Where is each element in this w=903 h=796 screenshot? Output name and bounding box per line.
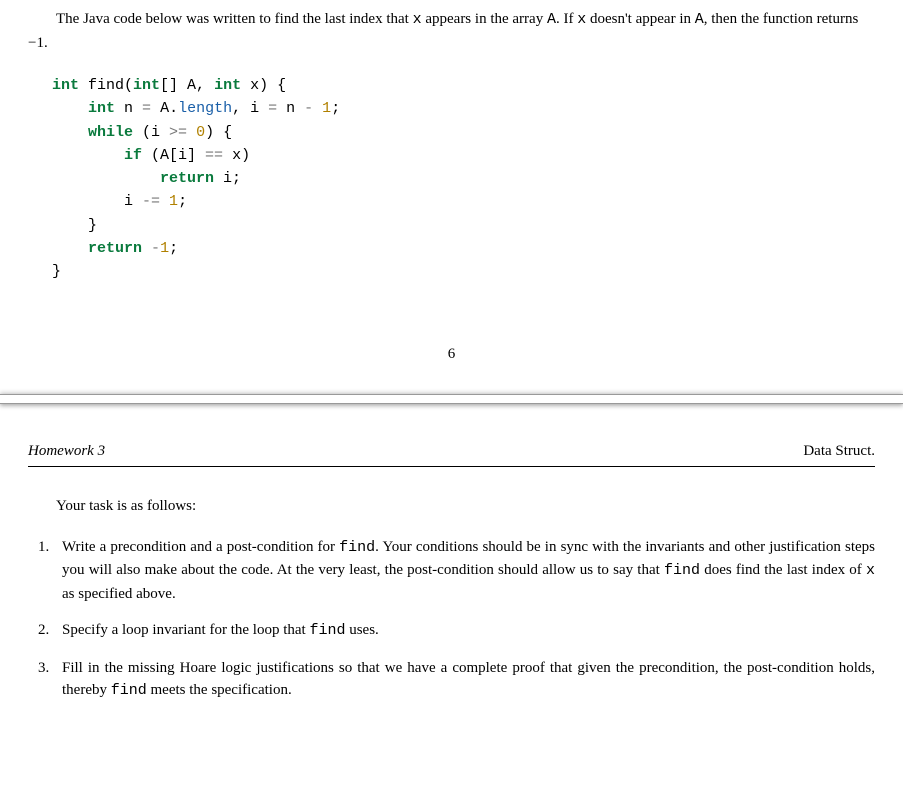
- page-header: Homework 3 Data Struct.: [28, 440, 875, 468]
- code-sp4: [142, 240, 151, 257]
- kw-return-2: return: [88, 240, 142, 257]
- code-semi3: ;: [169, 240, 178, 257]
- op-eq-1: =: [142, 100, 151, 117]
- op-eqeq: ==: [205, 147, 223, 164]
- kw-int-1: int: [52, 77, 79, 94]
- code-l2c: A.: [151, 100, 178, 117]
- code-sp2: [187, 124, 196, 141]
- code-sp1: [313, 100, 322, 117]
- code-param-x: x) {: [241, 77, 286, 94]
- task-item-2: Specify a loop invariant for the loop th…: [38, 619, 875, 643]
- code-l2b: n: [115, 100, 142, 117]
- code-sp3: [160, 193, 169, 210]
- code-l7: }: [52, 217, 97, 234]
- intro-neg1: −1: [28, 35, 44, 51]
- op-minus-1: -: [304, 100, 313, 117]
- intro-text-1: The Java code below was written to find …: [56, 11, 413, 27]
- code-semi1: ;: [331, 100, 340, 117]
- intro-A-2: A: [695, 11, 704, 28]
- t2-find: find: [309, 622, 345, 639]
- num-1: 1: [322, 100, 331, 117]
- code-l5a: [52, 170, 160, 187]
- code-param-arr: [] A,: [160, 77, 214, 94]
- t2-p2: uses.: [345, 622, 378, 638]
- t1-x: x: [866, 562, 875, 579]
- t1-find-1: find: [339, 539, 375, 556]
- intro-paragraph: The Java code below was written to find …: [28, 0, 875, 54]
- code-l5b: i;: [214, 170, 241, 187]
- op-me: -=: [142, 193, 160, 210]
- intro-text-4: doesn't appear in: [586, 11, 695, 27]
- t1-p4: as specified above.: [62, 586, 176, 602]
- op-ge: >=: [169, 124, 187, 141]
- num-1b: 1: [169, 193, 178, 210]
- code-l2a: [52, 100, 88, 117]
- code-l3a: [52, 124, 88, 141]
- num-1c: 1: [160, 240, 169, 257]
- code-l4b: (A[i]: [142, 147, 205, 164]
- code-l3c: ) {: [205, 124, 232, 141]
- kw-int-3: int: [214, 77, 241, 94]
- num-0: 0: [196, 124, 205, 141]
- op-eq-2: =: [268, 100, 277, 117]
- code-fn-name: find(: [79, 77, 133, 94]
- t1-p3: does find the last index of: [700, 562, 866, 578]
- kw-int-4: int: [88, 100, 115, 117]
- intro-text-5: , then the function returns: [704, 11, 859, 27]
- kw-if: if: [124, 147, 142, 164]
- task-list: Write a precondition and a post-conditio…: [28, 536, 875, 703]
- task-item-3: Fill in the missing Hoare logic justific…: [38, 657, 875, 703]
- t1-p1: Write a precondition and a post-conditio…: [62, 539, 339, 555]
- code-l8a: [52, 240, 88, 257]
- t3-find: find: [111, 682, 147, 699]
- code-l9: }: [52, 263, 61, 280]
- code-l3b: (i: [133, 124, 169, 141]
- t2-p1: Specify a loop invariant for the loop th…: [62, 622, 309, 638]
- code-l4c: x): [223, 147, 250, 164]
- task-intro: Your task is as follows:: [28, 495, 875, 518]
- kw-return-1: return: [160, 170, 214, 187]
- page-break: [0, 394, 903, 404]
- intro-x-1: x: [413, 11, 422, 28]
- header-left: Homework 3: [28, 440, 105, 463]
- op-neg: -: [151, 240, 160, 257]
- intro-text-6: .: [44, 35, 48, 51]
- code-l2e: n: [277, 100, 304, 117]
- task-item-1: Write a precondition and a post-conditio…: [38, 536, 875, 606]
- code-block: int find(int[] A, int x) { int n = A.len…: [28, 54, 875, 293]
- kw-int-2: int: [133, 77, 160, 94]
- code-l6a: i: [52, 193, 142, 210]
- t1-find-2: find: [664, 562, 700, 579]
- intro-text-3: . If: [556, 11, 577, 27]
- attr-length: length: [178, 100, 232, 117]
- intro-x-2: x: [577, 11, 586, 28]
- code-l2d: , i: [232, 100, 268, 117]
- intro-A-1: A: [547, 11, 556, 28]
- t3-p2: meets the specification.: [147, 682, 292, 698]
- code-l4a: [52, 147, 124, 164]
- page-number: 6: [28, 293, 875, 386]
- header-right: Data Struct.: [803, 440, 875, 463]
- code-semi2: ;: [178, 193, 187, 210]
- intro-text-2: appears in the array: [422, 11, 547, 27]
- kw-while: while: [88, 124, 133, 141]
